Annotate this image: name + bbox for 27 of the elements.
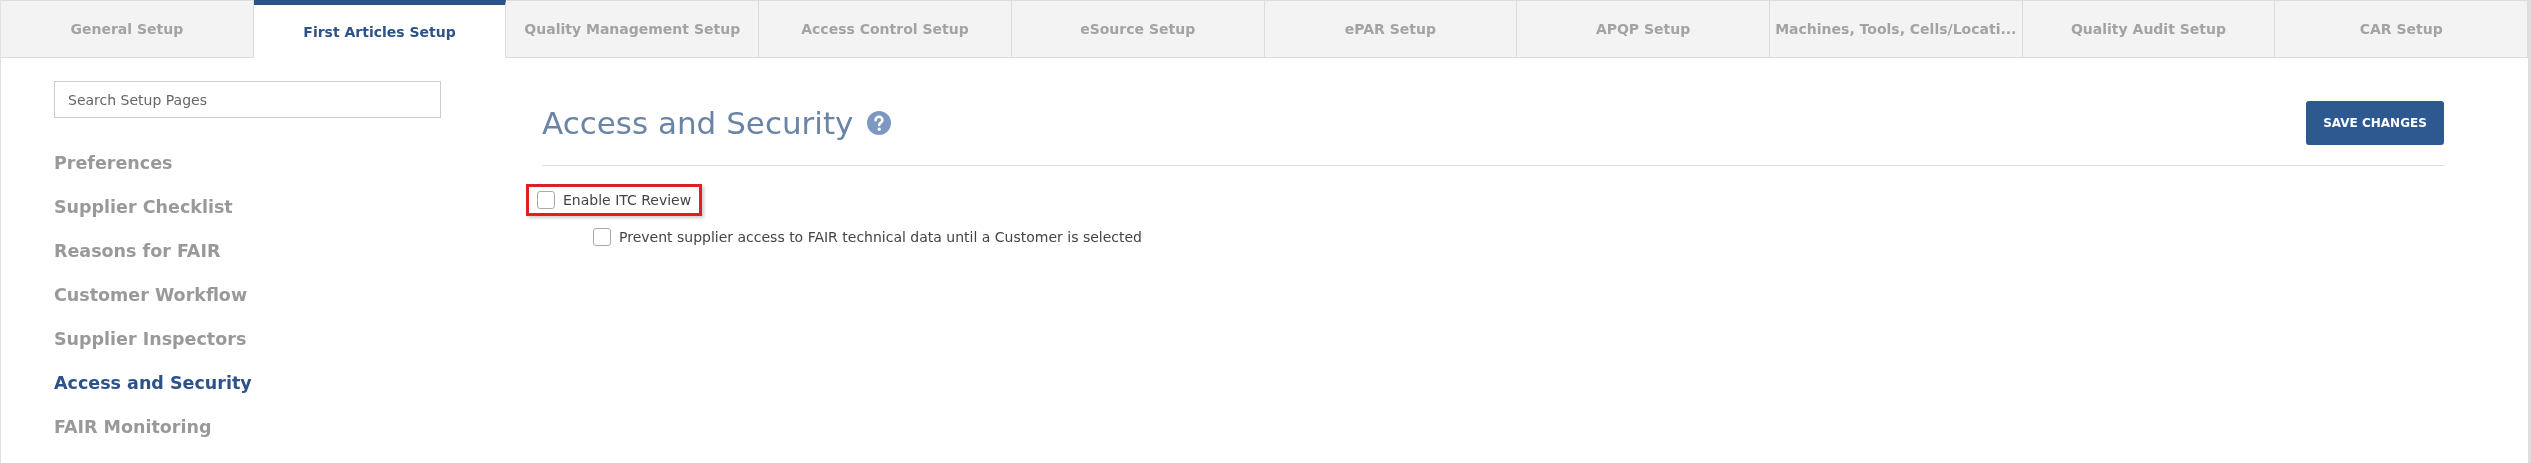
sidebar-item[interactable]: Access and Security [54, 371, 252, 395]
option-text: Prevent supplier access to FAIR technical data until a Customer is selected [619, 229, 1142, 245]
tab[interactable]: APQP Setup [1517, 0, 1770, 57]
checkbox[interactable] [593, 228, 611, 246]
option-label[interactable]: Prevent supplier access to FAIR technical data until a Customer is selected [582, 221, 1153, 253]
save-changes-button[interactable]: SAVE CHANGES [2306, 100, 2444, 145]
tab[interactable]: Quality Management Setup [506, 0, 760, 57]
sidebar-item[interactable]: Supplier Checklist [54, 195, 233, 219]
tab[interactable]: Access Control Setup [759, 0, 1012, 57]
sidebar-item[interactable]: Supplier Inspectors [54, 327, 247, 351]
tab[interactable]: Quality Audit Setup [2022, 0, 2276, 57]
option-text: Enable ITC Review [563, 192, 692, 208]
sidebar-item[interactable]: FAIR Monitoring [54, 415, 212, 439]
tab[interactable]: eSource Setup [1011, 0, 1265, 57]
highlighted-option[interactable]: Enable ITC Review [526, 184, 703, 216]
tab[interactable]: CAR Setup [2275, 0, 2528, 57]
sidebar-item[interactable]: Preferences [54, 151, 173, 175]
help-icon[interactable] [867, 110, 892, 135]
tab[interactable]: Machines, Tools, Cells/Locati... [1769, 0, 2023, 57]
tab[interactable]: ePAR Setup [1264, 0, 1518, 57]
tab[interactable]: First Articles Setup [253, 0, 507, 58]
tab[interactable]: General Setup [1, 0, 254, 57]
page-title: Access and Security [542, 104, 854, 141]
sidebar-item[interactable]: Customer Workflow [54, 283, 248, 307]
sidebar-item[interactable]: Reasons for FAIR [54, 239, 221, 263]
checkbox[interactable] [537, 191, 555, 209]
search-field[interactable]: Search Setup Pages [54, 81, 441, 118]
